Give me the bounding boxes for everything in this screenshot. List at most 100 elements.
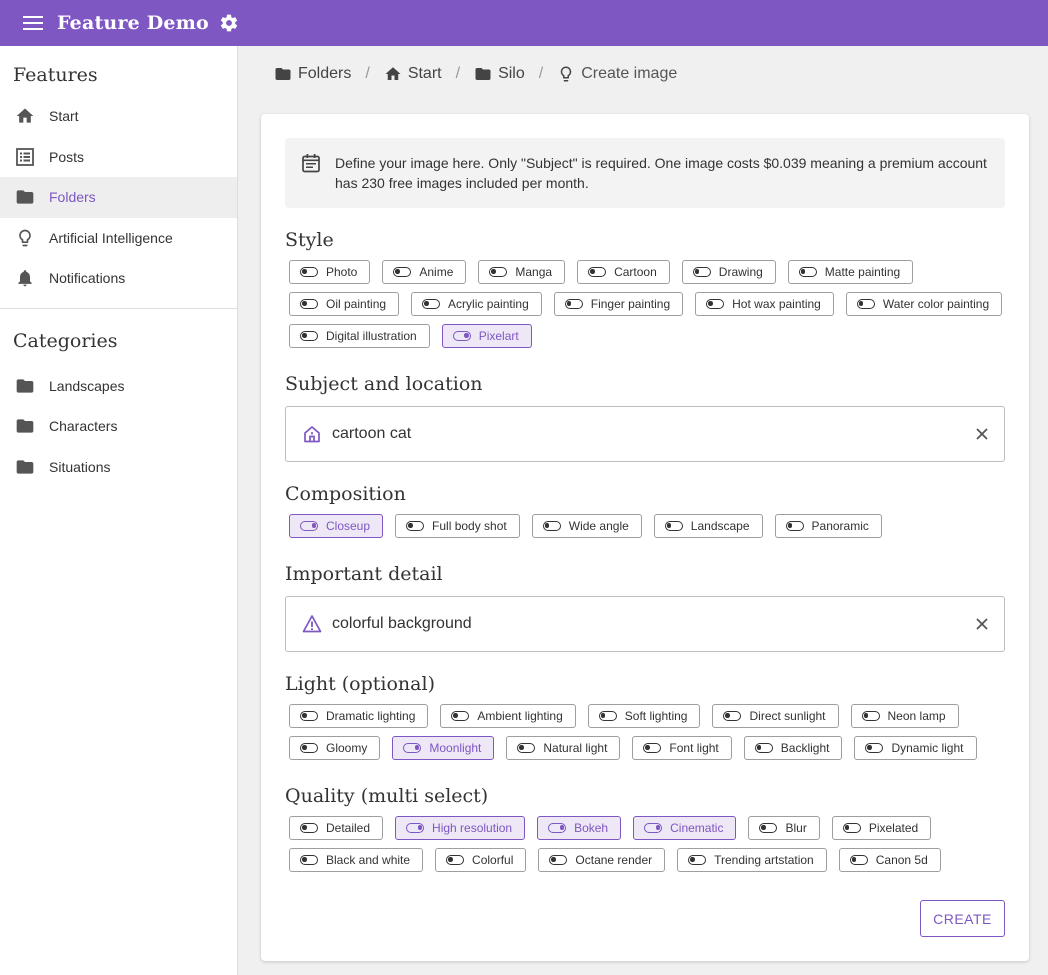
sidebar-item-label: Posts: [49, 148, 85, 165]
toggle-icon: [517, 743, 536, 753]
subject-value[interactable]: cartoon cat: [332, 425, 962, 443]
light-option-chip[interactable]: Direct sunlight: [712, 704, 839, 728]
light-options: Dramatic lighting Ambient lighting Soft li…: [289, 704, 1009, 760]
quality-option-chip[interactable]: Bokeh: [537, 816, 622, 840]
toggle-icon: [723, 711, 742, 721]
create-button[interactable]: CREATE: [920, 900, 1005, 937]
quality-options: Detailed High resolution Bokeh Cinematic Blu…: [289, 816, 1009, 872]
chip-label: Closeup: [326, 519, 371, 533]
light-option-chip[interactable]: Ambient lighting: [440, 704, 576, 728]
list-icon: [15, 147, 35, 167]
style-option-chip[interactable]: Matte painting: [787, 260, 914, 284]
toggle-icon: [564, 299, 583, 309]
light-option-chip[interactable]: Soft lighting: [587, 704, 701, 728]
chip-label: Font light: [669, 741, 719, 755]
breadcrumb-label: Create image: [581, 65, 678, 82]
toggle-icon: [664, 521, 683, 531]
sidebar-item-posts[interactable]: Posts: [0, 137, 237, 178]
toggle-icon: [406, 521, 425, 531]
toggle-icon: [300, 855, 318, 865]
breadcrumb-start[interactable]: Start: [384, 65, 442, 83]
quality-option-chip[interactable]: Detailed: [289, 816, 384, 840]
sidebar-item-landscapes[interactable]: Landscapes: [0, 366, 237, 407]
style-option-chip[interactable]: Digital illustration: [289, 324, 430, 348]
composition-option-chip[interactable]: Wide angle: [531, 514, 642, 538]
toggle-icon: [856, 299, 875, 309]
toggle-icon: [785, 521, 804, 531]
chip-label: Canon 5d: [875, 853, 928, 867]
quality-option-chip[interactable]: Cinematic: [633, 816, 737, 840]
quality-option-chip[interactable]: Colorful: [435, 848, 527, 872]
sidebar-item-notifications[interactable]: Notifications: [0, 258, 237, 299]
quality-option-chip[interactable]: High resolution: [395, 816, 526, 840]
style-option-chip[interactable]: Manga: [478, 260, 566, 284]
composition-option-chip[interactable]: Landscape: [653, 514, 763, 538]
style-option-chip[interactable]: Oil painting: [289, 292, 400, 316]
style-option-chip[interactable]: Pixelart: [441, 324, 532, 348]
light-option-chip[interactable]: Moonlight: [392, 736, 495, 760]
composition-option-chip[interactable]: Closeup: [289, 514, 384, 538]
quality-option-chip[interactable]: Black and white: [289, 848, 424, 872]
chip-label: Gloomy: [326, 741, 368, 755]
light-option-chip[interactable]: Neon lamp: [850, 704, 959, 728]
sidebar-item-folders[interactable]: Folders: [0, 177, 237, 218]
sidebar-item-artificial-intelligence[interactable]: Artificial Intelligence: [0, 218, 237, 259]
chip-label: Drawing: [718, 265, 763, 279]
chip-label: Blur: [785, 821, 807, 835]
composition-option-chip[interactable]: Full body shot: [395, 514, 520, 538]
light-option-chip[interactable]: Dramatic lighting: [289, 704, 429, 728]
toggle-icon: [692, 267, 711, 277]
chip-label: Black and white: [326, 853, 411, 867]
sidebar-item-label: Landscapes: [49, 377, 125, 394]
quality-option-chip[interactable]: Pixelated: [831, 816, 932, 840]
style-option-chip[interactable]: Anime: [382, 260, 467, 284]
quality-option-chip[interactable]: Canon 5d: [838, 848, 941, 872]
style-option-chip[interactable]: Hot wax painting: [695, 292, 834, 316]
toggle-icon: [451, 711, 470, 721]
light-option-chip[interactable]: Font light: [632, 736, 732, 760]
light-option-chip[interactable]: Backlight: [743, 736, 843, 760]
light-option-chip[interactable]: Natural light: [506, 736, 621, 760]
breadcrumb-silo[interactable]: Silo: [474, 65, 525, 83]
style-option-chip[interactable]: Finger painting: [553, 292, 684, 316]
settings-button[interactable]: [219, 13, 239, 33]
detail-field[interactable]: colorful background: [285, 596, 1005, 652]
hamburger-icon: [23, 16, 43, 30]
gear-icon: [220, 14, 238, 32]
clear-detail-button[interactable]: [962, 604, 1002, 644]
chip-label: High resolution: [432, 821, 513, 835]
chip-label: Dynamic light: [891, 741, 964, 755]
clear-subject-button[interactable]: [962, 414, 1002, 454]
sidebar-item-label: Characters: [49, 418, 118, 435]
chip-label: Backlight: [780, 741, 830, 755]
style-option-chip[interactable]: Acrylic painting: [411, 292, 542, 316]
subject-title: Subject and location: [285, 373, 483, 395]
sidebar-item-characters[interactable]: Characters: [0, 406, 237, 447]
composition-option-chip[interactable]: Panoramic: [774, 514, 882, 538]
style-option-chip[interactable]: Water color painting: [845, 292, 1003, 316]
chip-label: Matte painting: [824, 265, 901, 279]
sidebar-item-situations[interactable]: Situations: [0, 447, 237, 488]
quality-option-chip[interactable]: Blur: [748, 816, 820, 840]
chip-label: Octane render: [575, 853, 653, 867]
sidebar-item-start[interactable]: Start: [0, 96, 237, 137]
app-title[interactable]: Feature Demo: [57, 12, 209, 34]
toggle-icon: [300, 743, 318, 753]
create-image-card: Define your image here. Only "Subject" i…: [261, 114, 1029, 961]
sidebar-item-label: Situations: [49, 458, 111, 475]
style-option-chip[interactable]: Drawing: [681, 260, 776, 284]
chip-label: Pixelart: [478, 329, 519, 343]
chip-label: Manga: [515, 265, 553, 279]
folder-icon: [15, 457, 35, 477]
detail-value[interactable]: colorful background: [332, 615, 962, 633]
style-option-chip[interactable]: Cartoon: [577, 260, 670, 284]
subject-field[interactable]: cartoon cat: [285, 406, 1005, 462]
features-heading: Features: [13, 64, 98, 86]
quality-option-chip[interactable]: Trending artstation: [677, 848, 827, 872]
light-option-chip[interactable]: Gloomy: [289, 736, 381, 760]
folder-icon: [475, 68, 491, 80]
style-option-chip[interactable]: Photo: [289, 260, 371, 284]
breadcrumb-folders[interactable]: Folders: [274, 65, 351, 83]
light-option-chip[interactable]: Dynamic light: [854, 736, 977, 760]
quality-option-chip[interactable]: Octane render: [538, 848, 666, 872]
